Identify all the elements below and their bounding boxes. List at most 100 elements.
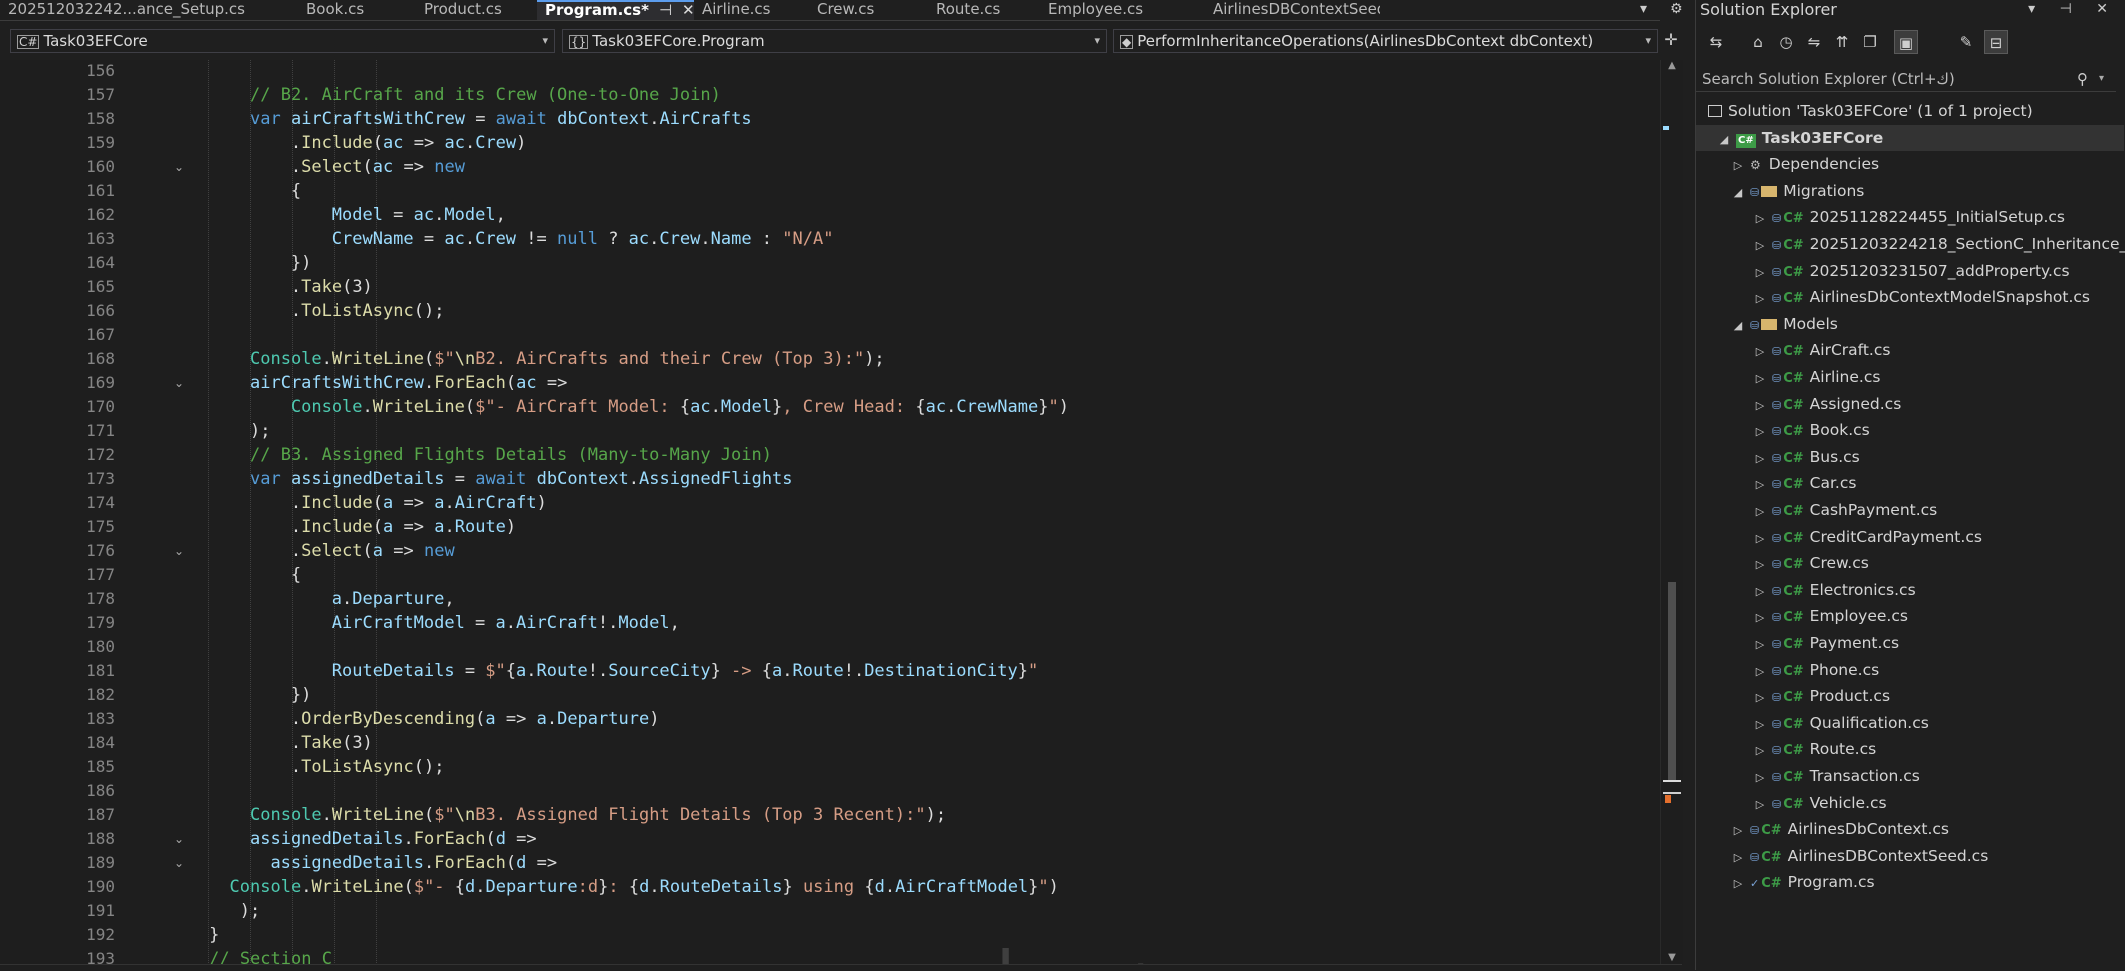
code-line[interactable]: Console.WriteLine($"\nB3. Assigned Fligh… <box>250 803 946 827</box>
tree-item[interactable]: ▷ ⛁ C# AirlinesDbContextModelSnapshot.cs <box>1754 284 2090 310</box>
collapse-all-icon[interactable]: ⇈ <box>1830 30 1854 54</box>
tree-item[interactable]: ▷ ⛁ C# Car.cs <box>1754 470 1857 498</box>
document-tab[interactable]: Employee.cs <box>1040 0 1205 20</box>
tree-item[interactable]: ▷ ⛁ C# Assigned.cs <box>1754 391 1902 419</box>
collapsed-arrow-icon[interactable]: ▷ <box>1754 339 1766 365</box>
code-line[interactable]: .ToListAsync(); <box>291 299 445 323</box>
tree-item[interactable]: ▷ ⚙ Dependencies <box>1732 151 1879 177</box>
code-line[interactable]: }) <box>291 251 311 275</box>
expanded-arrow-icon[interactable]: ◢ <box>1718 127 1730 153</box>
code-line[interactable]: CrewName = ac.Crew != null ? ac.Crew.Nam… <box>332 227 834 251</box>
collapsed-arrow-icon[interactable]: ▷ <box>1754 366 1766 392</box>
document-tab[interactable]: 202512032242...ance_Setup.cs <box>0 0 298 20</box>
split-editor-icon[interactable]: ✛ <box>1660 21 1682 59</box>
collapsed-arrow-icon[interactable]: ▷ <box>1732 845 1744 871</box>
fold-toggle-icon[interactable]: ⌄ <box>172 851 186 875</box>
tree-item[interactable]: ▷ ⛁ C# Vehicle.cs <box>1754 790 1887 816</box>
history-icon[interactable]: ◷ <box>1774 30 1798 54</box>
collapsed-arrow-icon[interactable]: ▷ <box>1754 685 1766 711</box>
tree-item[interactable]: ▷ ⛁ C# Book.cs <box>1754 417 1870 443</box>
code-line[interactable]: .Include(a => a.Route) <box>291 515 516 539</box>
code-line[interactable]: .Include(ac => ac.Crew) <box>291 131 527 155</box>
collapsed-arrow-icon[interactable]: ▷ <box>1754 419 1766 445</box>
collapsed-arrow-icon[interactable]: ▷ <box>1754 393 1766 419</box>
properties-icon[interactable]: ✎ <box>1954 30 1978 54</box>
code-line[interactable]: .ToListAsync(); <box>291 755 445 779</box>
tab-overflow-icon[interactable]: ▾ <box>1640 0 1647 18</box>
collapsed-arrow-icon[interactable]: ▷ <box>1754 765 1766 791</box>
document-tab[interactable]: Book.cs <box>298 0 416 20</box>
collapsed-arrow-icon[interactable]: ▷ <box>1732 818 1744 844</box>
collapsed-arrow-icon[interactable]: ▷ <box>1754 499 1766 525</box>
member-dropdown[interactable]: ◆ PerformInheritanceOperations(AirlinesDb… <box>1113 29 1658 53</box>
solution-explorer-search-input[interactable]: Search Solution Explorer (Ctrl+ك) ⚲ ▾ <box>1696 66 2116 92</box>
tree-item[interactable]: ▷ ✓ C# Program.cs <box>1732 869 1875 895</box>
code-line[interactable]: { <box>291 563 301 587</box>
sync-icon[interactable]: ⇋ <box>1802 30 1826 54</box>
show-all-files-icon[interactable]: ❐ <box>1858 30 1882 54</box>
tree-item[interactable]: ▷ ⛁ C# Bus.cs <box>1754 444 1860 470</box>
search-icon[interactable]: ⚲ <box>2077 66 2088 92</box>
code-line[interactable]: // B3. Assigned Flights Details (Many-to… <box>250 443 772 467</box>
code-line[interactable]: assignedDetails.ForEach(d => <box>250 827 537 851</box>
code-line[interactable]: var airCraftsWithCrew = await dbContext.… <box>250 107 752 131</box>
collapsed-arrow-icon[interactable]: ▷ <box>1754 472 1766 498</box>
tree-item[interactable]: ▷ ⛁ C# Product.cs <box>1754 683 1890 709</box>
collapsed-arrow-icon[interactable]: ▷ <box>1754 233 1766 259</box>
collapsed-arrow-icon[interactable]: ▷ <box>1754 552 1766 578</box>
scroll-up-icon[interactable]: ▲ <box>1661 60 1683 71</box>
fold-toggle-icon[interactable]: ⌄ <box>172 155 186 179</box>
code-line[interactable]: ); <box>230 899 260 923</box>
tree-item[interactable]: ▷ ⛁ C# CashPayment.cs <box>1754 497 1938 525</box>
close-icon[interactable]: ✕ <box>682 2 694 19</box>
tree-item[interactable]: Solution 'Task03EFCore' (1 of 1 project) <box>1708 98 2033 124</box>
collapsed-arrow-icon[interactable]: ▷ <box>1732 153 1744 179</box>
tree-item[interactable]: ▷ ⛁ C# 20251203231507_addProperty.cs <box>1754 258 2070 284</box>
document-tab[interactable]: Program.cs* ⊣ ✕ <box>537 0 694 20</box>
collapsed-arrow-icon[interactable]: ▷ <box>1754 659 1766 685</box>
type-dropdown[interactable]: {} Task03EFCore.Program ▾ <box>562 29 1107 53</box>
tree-item[interactable]: ▷ ⛁ C# Employee.cs <box>1754 603 1908 629</box>
view-toggle-icon[interactable]: ▣ <box>1894 30 1918 54</box>
fold-toggle-icon[interactable]: ⌄ <box>172 371 186 395</box>
document-tab[interactable]: Crew.cs <box>809 0 928 20</box>
code-editor[interactable]: 156 157 158 159 160 161 162 163 164 165 166 167 168 1… <box>0 60 1660 965</box>
tree-item[interactable]: ◢ C# Task03EFCore <box>1696 124 2124 153</box>
code-line[interactable]: a.Departure, <box>332 587 455 611</box>
tree-item[interactable]: ▷ ⛁ C# AirlinesDbContext.cs <box>1732 816 1949 842</box>
tree-item[interactable]: ◢ ⛁ Migrations <box>1732 178 1865 204</box>
expanded-arrow-icon[interactable]: ◢ <box>1732 313 1744 339</box>
tree-item[interactable]: ▷ ⛁ C# Route.cs <box>1754 736 1876 762</box>
code-line[interactable]: Model = ac.Model, <box>332 203 506 227</box>
code-line[interactable]: Console.WriteLine($"- AirCraft Model: {a… <box>291 395 1069 419</box>
collapsed-arrow-icon[interactable]: ▷ <box>1754 206 1766 232</box>
code-line[interactable]: }) <box>291 683 311 707</box>
fold-toggle-icon[interactable]: ⌄ <box>172 539 186 563</box>
code-line[interactable]: var assignedDetails = await dbContext.As… <box>250 467 793 491</box>
tree-item[interactable]: ▷ ⛁ C# Payment.cs <box>1754 630 1899 656</box>
code-line[interactable]: .Include(a => a.AirCraft) <box>291 491 547 515</box>
code-line[interactable]: RouteDetails = $"{a.Route!.SourceCity} -… <box>332 659 1038 683</box>
project-dropdown[interactable]: C# Task03EFCore ▾ <box>10 29 555 53</box>
tree-item[interactable]: ▷ ⛁ C# AirlinesDBContextSeed.cs <box>1732 843 1989 871</box>
document-tab[interactable]: Route.cs <box>928 0 1040 20</box>
tree-item[interactable]: ▷ ⛁ C# Electronics.cs <box>1754 577 1916 603</box>
scrollbar-thumb[interactable] <box>1668 582 1676 782</box>
code-line[interactable]: } <box>209 923 219 947</box>
scroll-down-icon[interactable]: ▼ <box>1661 952 1683 963</box>
tree-item[interactable]: ◢ ⛁ Models <box>1732 311 1838 337</box>
collapsed-arrow-icon[interactable]: ▷ <box>1754 712 1766 738</box>
tree-item[interactable]: ▷ ⛁ C# Qualification.cs <box>1754 710 1929 736</box>
code-line[interactable]: // B2. AirCraft and its Crew (One-to-One… <box>250 83 721 107</box>
editor-vertical-scrollbar[interactable]: ▲ ▼ <box>1660 60 1683 965</box>
collapsed-arrow-icon[interactable]: ▷ <box>1754 446 1766 472</box>
code-line[interactable]: .Select(a => new <box>291 539 455 563</box>
code-line[interactable]: Console.WriteLine($"- {d.Departure:d}: {… <box>230 875 1059 899</box>
home-icon[interactable]: ⌂ <box>1746 30 1770 54</box>
collapsed-arrow-icon[interactable]: ▷ <box>1754 632 1766 658</box>
search-options-icon[interactable]: ▾ <box>2099 66 2104 92</box>
document-tab[interactable]: Airline.cs <box>694 0 809 20</box>
code-line[interactable]: .Take(3) <box>291 731 373 755</box>
code-line[interactable]: .OrderByDescending(a => a.Departure) <box>291 707 660 731</box>
collapsed-arrow-icon[interactable]: ▷ <box>1754 579 1766 605</box>
